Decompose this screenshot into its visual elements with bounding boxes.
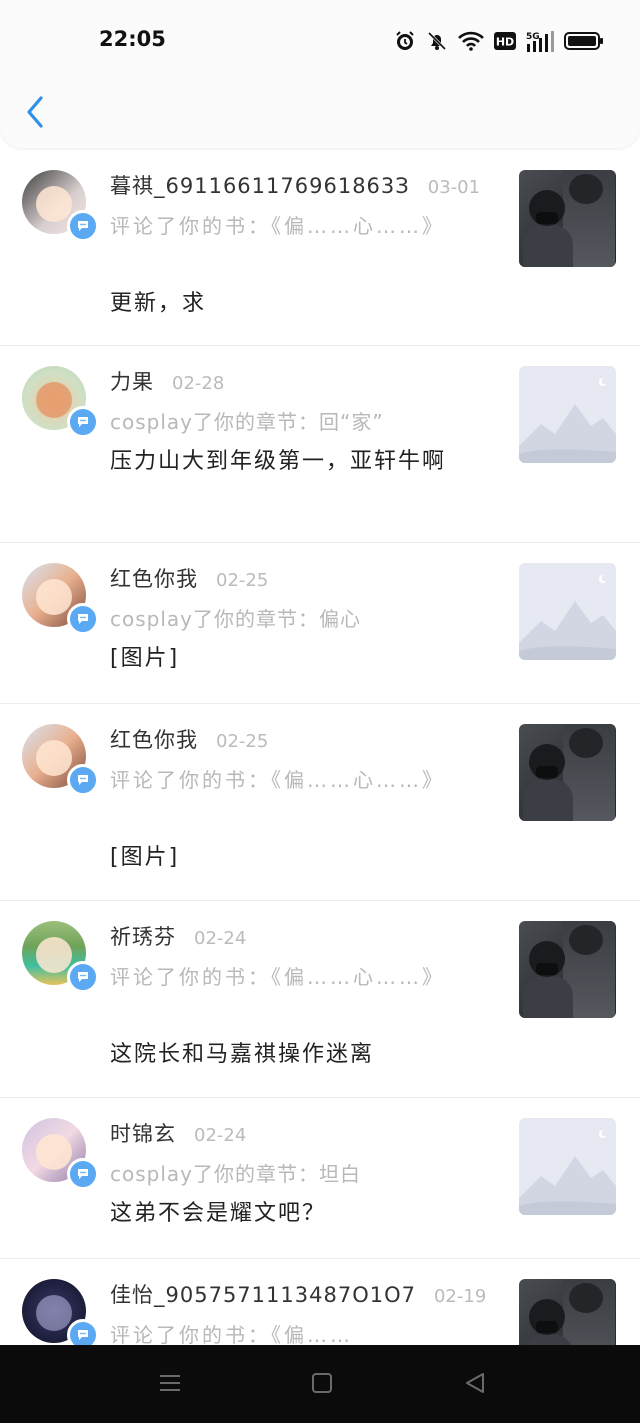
- item-date: 02-24: [194, 1125, 247, 1146]
- list-item[interactable]: 暮祺_6911661176961863З 03-01 评论了你的书：《偏……心………: [0, 150, 640, 346]
- default-cover-thumbnail[interactable]: [519, 1118, 616, 1215]
- item-date: 02-25: [216, 731, 269, 752]
- system-navigation-bar: [0, 1345, 640, 1423]
- user-name-line: 时锦玄 02-24: [110, 1118, 246, 1148]
- svg-text:HD: HD: [496, 36, 514, 49]
- menu-button[interactable]: [158, 1371, 182, 1399]
- list-item[interactable]: 红色你我 02-25 评论了你的书：《偏……心……》 [图片]: [0, 704, 640, 901]
- item-comment: 压力山大到年级第一，亚轩牛啊: [110, 449, 447, 474]
- mute-bell-icon: [427, 31, 447, 51]
- comment-badge-icon: [67, 406, 99, 438]
- home-button[interactable]: [310, 1371, 334, 1399]
- book-cover-thumbnail[interactable]: [519, 170, 616, 267]
- item-date: 02-24: [194, 928, 247, 949]
- default-cover-thumbnail[interactable]: [519, 366, 616, 463]
- item-action[interactable]: 评论了你的书：《偏……心……》: [110, 762, 442, 799]
- user-name-line: 佳怡_9057571113487О1О7 02-19: [110, 1279, 486, 1309]
- item-comment: 更新，求: [110, 291, 207, 316]
- book-cover-thumbnail[interactable]: [519, 724, 616, 821]
- item-date: 03-01: [427, 177, 481, 198]
- comment-badge-icon: [67, 1158, 99, 1190]
- item-date: 02-25: [216, 570, 269, 591]
- item-comment: [图片]: [110, 845, 180, 870]
- default-cover-thumbnail[interactable]: [519, 563, 616, 660]
- item-comment: 这弟不会是耀文吧？: [110, 1201, 327, 1226]
- user-name-line: 祈琇芬 02-24: [110, 921, 246, 951]
- menu-icon: [160, 1375, 180, 1391]
- item-date: 02-28: [172, 373, 225, 394]
- user-name[interactable]: 时锦玄: [110, 1122, 176, 1146]
- wifi-icon: [458, 31, 484, 51]
- comment-badge-icon: [67, 603, 99, 635]
- top-header: 22:05 HD 5G: [0, 0, 640, 148]
- svg-text:5G: 5G: [526, 32, 540, 42]
- comment-badge-icon: [67, 961, 99, 993]
- list-item[interactable]: 红色你我 02-25 cosplay了你的章节：偏心 [图片]: [0, 543, 640, 704]
- system-back-button[interactable]: [463, 1371, 487, 1399]
- back-button[interactable]: [22, 94, 50, 130]
- user-name-line: 力果 02-28: [110, 366, 224, 396]
- user-name-line: 暮祺_6911661176961863З 03-01: [110, 170, 480, 200]
- user-name[interactable]: 力果: [110, 370, 154, 394]
- item-action[interactable]: 评论了你的书：《偏……: [110, 1317, 440, 1345]
- alarm-icon: [396, 31, 414, 50]
- list-item[interactable]: 力果 02-28 cosplay了你的章节：回“家” 压力山大到年级第一，亚轩牛啊: [0, 346, 640, 543]
- notification-list: 暮祺_6911661176961863З 03-01 评论了你的书：《偏……心………: [0, 150, 640, 1345]
- list-item[interactable]: 时锦玄 02-24 cosplay了你的章节：坦白 这弟不会是耀文吧？: [0, 1098, 640, 1259]
- item-date: 02-19: [433, 1286, 487, 1307]
- item-action[interactable]: cosplay了你的章节：坦白: [110, 1156, 440, 1193]
- book-cover-thumbnail[interactable]: [519, 921, 616, 1018]
- status-icons: HD 5G: [394, 28, 604, 54]
- home-square-icon: [312, 1373, 332, 1393]
- user-name-line: 红色你我 02-25: [110, 563, 268, 593]
- user-name[interactable]: 佳怡_9057571113487О1О7: [110, 1283, 416, 1307]
- book-cover-thumbnail[interactable]: [519, 1279, 616, 1345]
- user-name-line: 红色你我 02-25: [110, 724, 268, 754]
- comment-badge-icon: [67, 210, 99, 242]
- battery-icon: [564, 32, 603, 50]
- item-action[interactable]: 评论了你的书：《偏……心……》: [110, 959, 442, 996]
- item-action[interactable]: cosplay了你的章节：偏心: [110, 601, 440, 638]
- item-action[interactable]: cosplay了你的章节：回“家”: [110, 404, 440, 441]
- item-action[interactable]: 评论了你的书：《偏……心……》: [110, 208, 442, 245]
- 5g-signal-icon: 5G: [526, 31, 554, 52]
- comment-badge-icon: [67, 1319, 99, 1345]
- chevron-left-icon: [27, 96, 43, 128]
- item-comment: [图片]: [110, 646, 180, 671]
- item-comment: 这院长和马嘉祺操作迷离: [110, 1042, 375, 1067]
- back-triangle-icon: [466, 1373, 484, 1393]
- status-time: 22:05: [99, 27, 166, 51]
- user-name[interactable]: 红色你我: [110, 567, 198, 591]
- user-name[interactable]: 祈琇芬: [110, 925, 176, 949]
- user-name[interactable]: 暮祺_6911661176961863З: [110, 174, 410, 198]
- list-item[interactable]: 佳怡_9057571113487О1О7 02-19 评论了你的书：《偏……: [0, 1259, 640, 1345]
- comment-badge-icon: [67, 764, 99, 796]
- hd-icon: HD: [494, 32, 516, 50]
- user-name[interactable]: 红色你我: [110, 728, 198, 752]
- list-item[interactable]: 祈琇芬 02-24 评论了你的书：《偏……心……》 这院长和马嘉祺操作迷离: [0, 901, 640, 1098]
